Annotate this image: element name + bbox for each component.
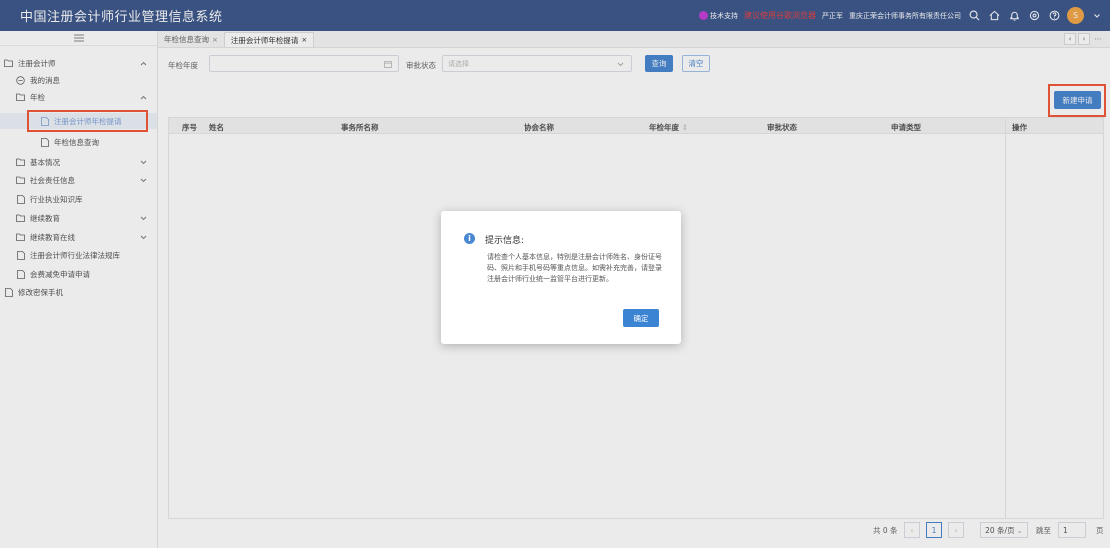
dialog-title: 提示信息: — [485, 236, 525, 246]
confirm-button[interactable]: 确定 — [623, 309, 659, 327]
dialog-message: 请检查个人基本信息，特别是注册会计师姓名、身份证号码、照片和手机号码等重点信息。… — [487, 253, 662, 283]
info-icon: i — [464, 233, 475, 244]
info-dialog: i 提示信息: 请检查个人基本信息，特别是注册会计师姓名、身份证号码、照片和手机… — [441, 211, 681, 344]
